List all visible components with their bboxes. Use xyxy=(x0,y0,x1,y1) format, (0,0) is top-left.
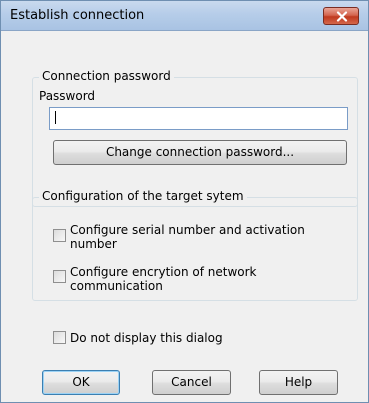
title-bar[interactable]: Establish connection xyxy=(1,1,368,31)
cancel-button[interactable]: Cancel xyxy=(152,370,231,395)
do-not-display-checkbox[interactable] xyxy=(53,331,66,344)
serial-activation-checkbox[interactable] xyxy=(53,229,66,242)
close-button[interactable] xyxy=(323,7,359,25)
network-encryption-label[interactable]: Configure encrytion of network communica… xyxy=(70,265,300,293)
text-caret xyxy=(55,111,56,124)
dialog-body: Connection password Password Change conn… xyxy=(9,39,360,396)
password-label: Password xyxy=(39,89,96,103)
ok-button[interactable]: OK xyxy=(42,370,120,395)
close-icon xyxy=(336,11,348,22)
help-button[interactable]: Help xyxy=(259,370,338,395)
connection-password-legend: Connection password xyxy=(39,69,174,83)
password-field[interactable] xyxy=(49,107,348,130)
network-encryption-checkbox[interactable] xyxy=(53,270,66,283)
dialog-window: Establish connection Connection password… xyxy=(0,0,369,403)
change-password-button[interactable]: Change connection password... xyxy=(53,140,347,165)
do-not-display-label[interactable]: Do not display this dialog xyxy=(70,331,223,345)
target-config-legend: Configuration of the target sytem xyxy=(39,189,247,203)
serial-activation-label[interactable]: Configure serial number and activation n… xyxy=(70,223,340,251)
window-title: Establish connection xyxy=(10,8,145,23)
